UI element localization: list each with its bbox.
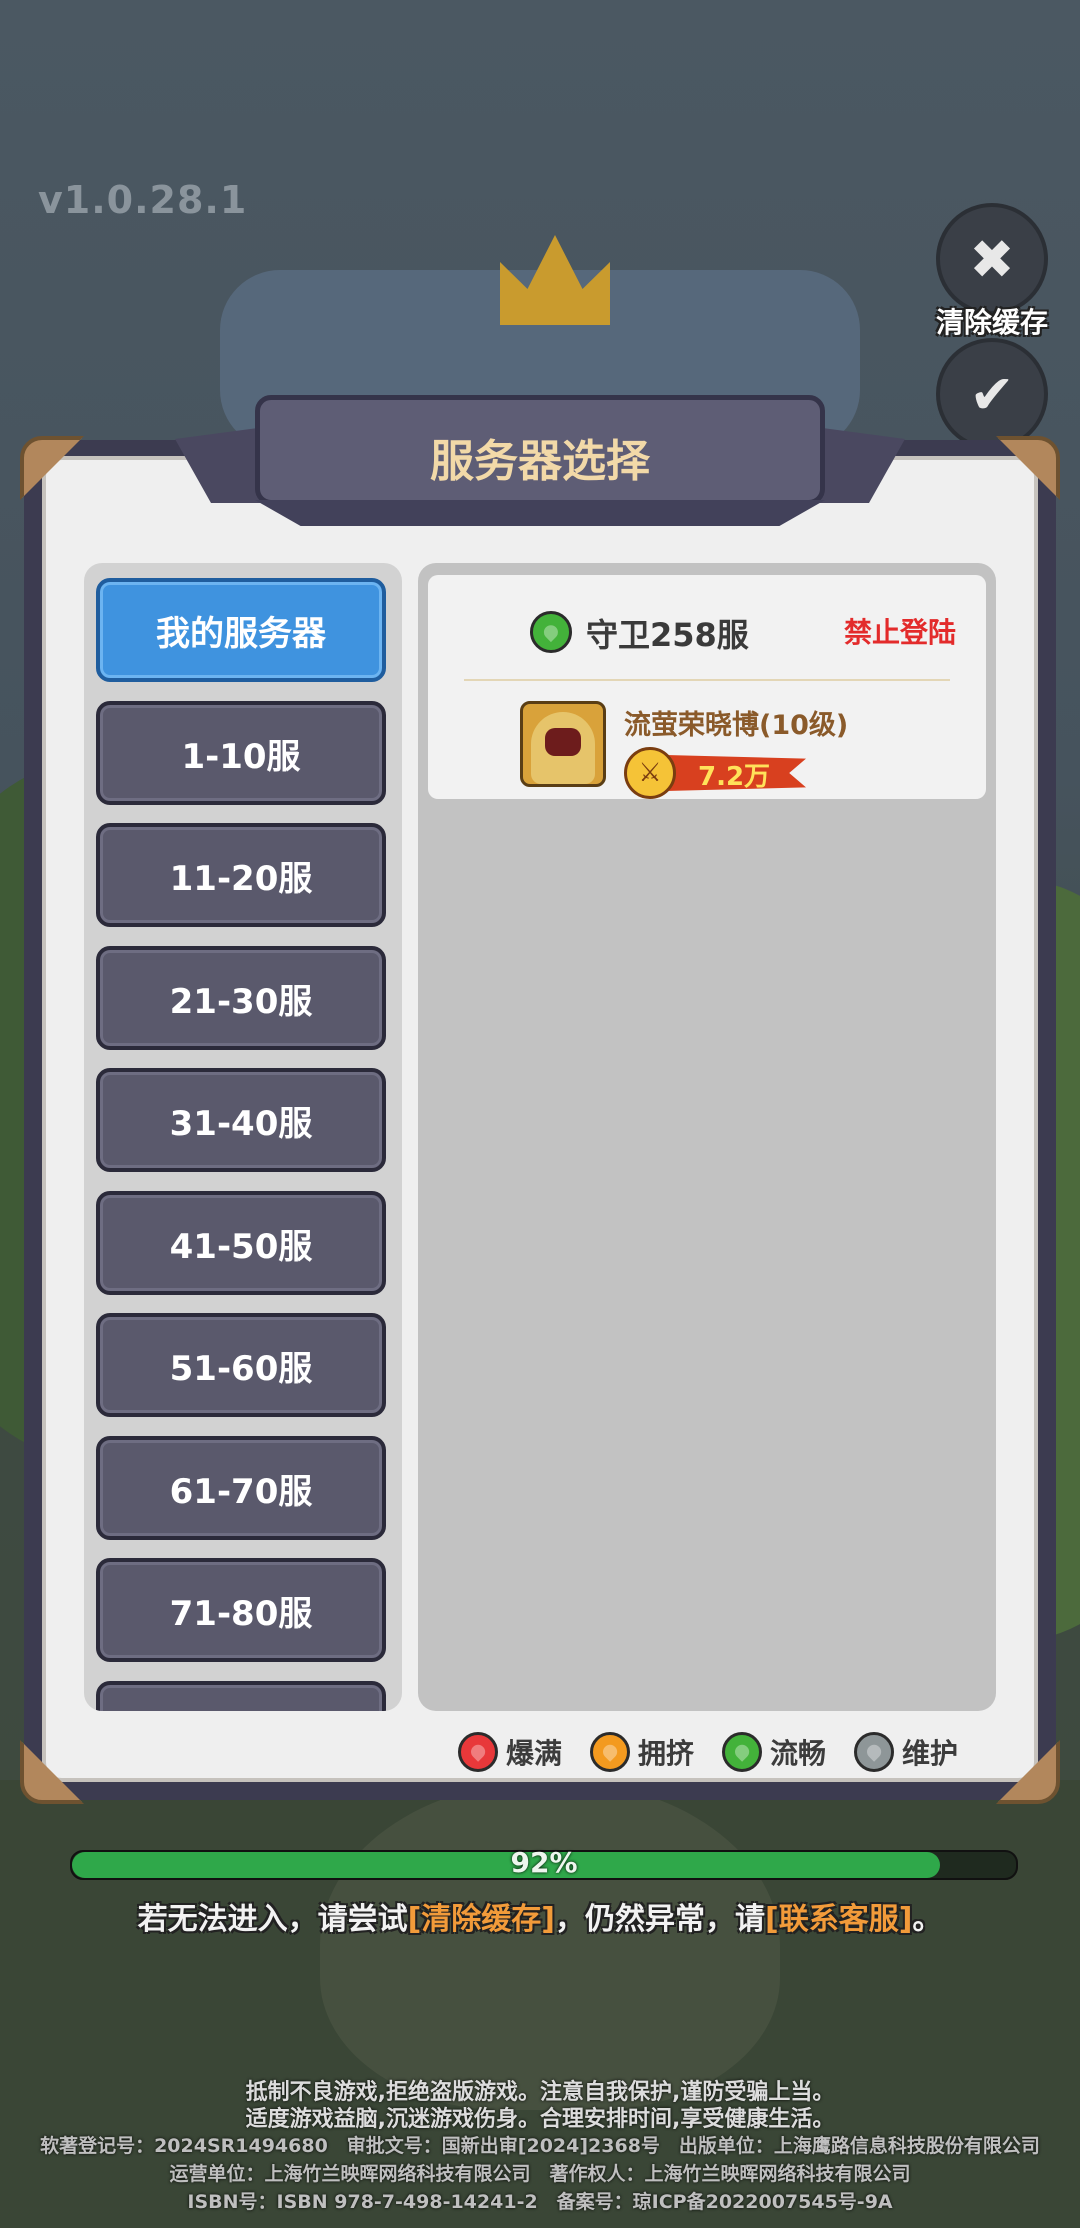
clear-cache-label: 清除缓存 bbox=[935, 306, 1048, 339]
tab-range-41-50[interactable]: 41-50服 bbox=[96, 1191, 386, 1295]
hint-suffix: 。 bbox=[912, 1902, 943, 1937]
player-avatar bbox=[520, 701, 606, 787]
checklist-icon: ✔ bbox=[936, 338, 1048, 450]
fire-orange-icon bbox=[590, 1732, 631, 1772]
tab-range-21-30[interactable]: 21-30服 bbox=[96, 946, 386, 1050]
avatar-face bbox=[545, 728, 581, 756]
health-notice-2: 适度游戏益脑,沉迷游戏伤身。合理安排时间,享受健康生活。 bbox=[245, 2107, 835, 2132]
legend-label: 爆满 bbox=[506, 1737, 563, 1770]
dialog-title: 服务器选择 bbox=[430, 436, 650, 487]
server-status-dot-icon bbox=[530, 611, 572, 653]
server-card[interactable]: 守卫258服 禁止登陆 流萤荣晓博(10级) ⚔ 7.2万 bbox=[428, 575, 986, 799]
tab-range-partial[interactable] bbox=[96, 1681, 386, 1711]
contact-support-link[interactable]: [联系客服] bbox=[765, 1902, 912, 1937]
legend-label: 维护 bbox=[902, 1737, 959, 1770]
license-info-1: 软著登记号：2024SR1494680 审批文号：国新出审[2024]2368号… bbox=[40, 2135, 1040, 2157]
tab-range-31-40[interactable]: 31-40服 bbox=[96, 1068, 386, 1172]
title-banner: 服务器选择 bbox=[175, 395, 905, 525]
hint-middle: ，仍然异常，请 bbox=[555, 1902, 765, 1937]
hint-prefix: 若无法进入，请尝试 bbox=[137, 1902, 408, 1937]
version-label: v1.0.28.1 bbox=[38, 178, 248, 222]
divider bbox=[464, 679, 950, 681]
player-power: 7.2万 bbox=[698, 762, 771, 792]
legend-full: 爆满 bbox=[458, 1732, 562, 1772]
tab-my-servers[interactable]: 我的服务器 bbox=[96, 578, 386, 682]
legend-smooth: 流畅 bbox=[722, 1732, 826, 1772]
license-info-2: 运营单位：上海竹兰映晖网络科技有限公司 著作权人：上海竹兰映晖网络科技有限公司 bbox=[169, 2163, 911, 2185]
legend-crowded: 拥挤 bbox=[590, 1732, 694, 1772]
legend-label: 拥挤 bbox=[638, 1737, 695, 1770]
background-character bbox=[320, 1780, 780, 2110]
player-name: 流萤荣晓博(10级) bbox=[624, 710, 849, 741]
fire-green-icon bbox=[722, 1732, 763, 1772]
license-info-3: ISBN号：ISBN 978-7-498-14241-2 备案号：琼ICP备20… bbox=[187, 2191, 893, 2213]
server-list[interactable]: 守卫258服 禁止登陆 流萤荣晓博(10级) ⚔ 7.2万 bbox=[418, 563, 996, 1711]
tab-range-51-60[interactable]: 51-60服 bbox=[96, 1313, 386, 1417]
legend-maintenance: 维护 bbox=[854, 1732, 958, 1772]
progress-percent: 92% bbox=[510, 1846, 578, 1879]
login-hint: 若无法进入，请尝试[清除缓存]，仍然异常，请[联系客服]。 bbox=[0, 1894, 1080, 1938]
fire-gray-icon bbox=[854, 1732, 895, 1772]
crown-icon bbox=[500, 235, 610, 325]
server-login-status: 禁止登陆 bbox=[843, 616, 956, 649]
tab-range-61-70[interactable]: 61-70服 bbox=[96, 1436, 386, 1540]
power-shield-icon: ⚔ bbox=[624, 747, 676, 799]
loading-progress-bar: 92% bbox=[70, 1846, 1018, 1880]
fire-red-icon bbox=[458, 1732, 498, 1772]
server-range-list[interactable]: 我的服务器 1-10服 11-20服 21-30服 31-40服 41-50服 … bbox=[84, 563, 402, 1711]
clear-cache-link[interactable]: [清除缓存] bbox=[408, 1902, 555, 1937]
status-legend: 爆满 拥挤 流畅 维护 bbox=[458, 1728, 998, 1776]
tab-range-11-20[interactable]: 11-20服 bbox=[96, 823, 386, 927]
wrench-icon: ✖ bbox=[936, 203, 1048, 315]
server-name: 守卫258服 bbox=[586, 616, 749, 654]
tab-range-1-10[interactable]: 1-10服 bbox=[96, 701, 386, 805]
legend-label: 流畅 bbox=[770, 1737, 827, 1770]
clear-cache-button[interactable]: ✖ 清除缓存 bbox=[922, 203, 1062, 341]
tab-range-71-80[interactable]: 71-80服 bbox=[96, 1558, 386, 1662]
